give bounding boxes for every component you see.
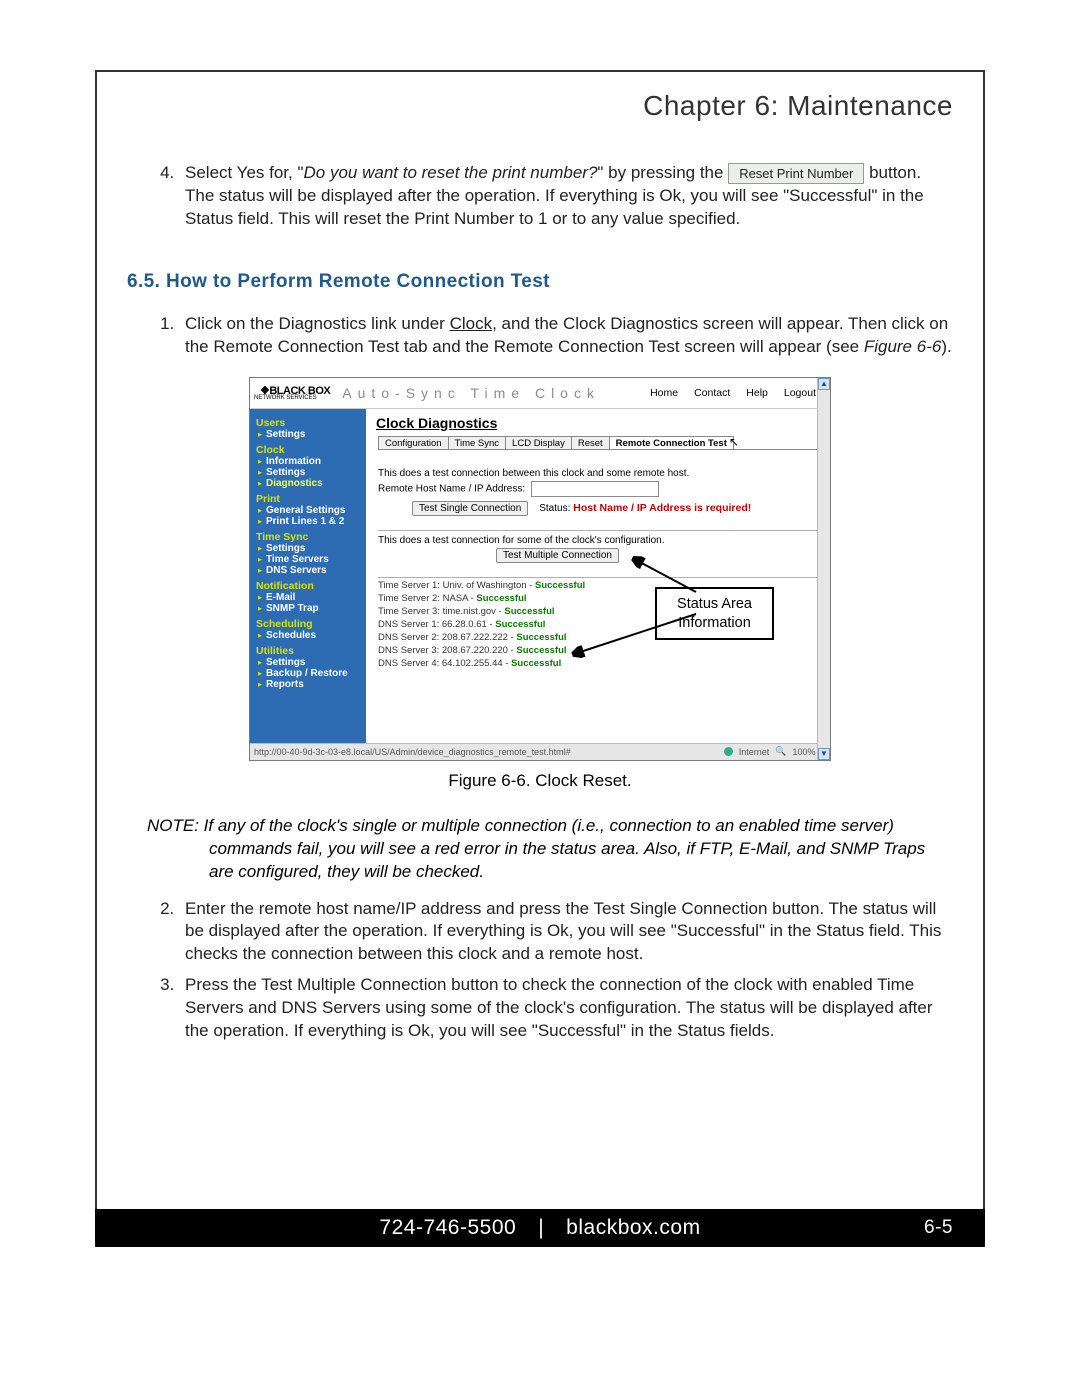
ip-label: Remote Host Name / IP Address:: [378, 483, 525, 494]
note-body: If any of the clock's single or multiple…: [199, 816, 925, 881]
test-single-connection-button[interactable]: Test Single Connection: [412, 501, 528, 516]
footer-sep: |: [538, 1216, 544, 1240]
screenshot-figure: ❖BLACK BOX NETWORK SERVICES Auto-Sync Ti…: [249, 377, 831, 761]
result-status: Successful: [511, 658, 561, 669]
status-label: Status:: [539, 503, 570, 514]
figure-caption: Figure 6-6. Clock Reset.: [127, 771, 953, 791]
panel-title: Clock Diagnostics: [376, 415, 820, 431]
tab[interactable]: Configuration: [378, 436, 449, 449]
header-link-contact[interactable]: Contact: [694, 387, 730, 399]
nav-item[interactable]: Settings: [266, 467, 360, 478]
nav-item[interactable]: General Settings: [266, 505, 360, 516]
step1-clock-word: Clock: [450, 314, 493, 333]
sidebar-nav: UsersSettingsClockInformationSettingsDia…: [250, 409, 366, 743]
header-link-home[interactable]: Home: [650, 387, 678, 399]
nav-item[interactable]: Settings: [266, 543, 360, 554]
page-number: 6-5: [924, 1217, 953, 1239]
result-status: Successful: [495, 619, 545, 630]
desc-multi: This does a test connection for some of …: [378, 535, 820, 546]
footer-band: 724-746-5500 | blackbox.com 6-5: [95, 1209, 985, 1247]
desc-single: This does a test connection between this…: [378, 468, 820, 479]
footer-site: blackbox.com: [566, 1216, 700, 1240]
result-status: Successful: [516, 645, 566, 656]
divider: [378, 577, 818, 578]
note-block: NOTE: If any of the clock's single or mu…: [127, 815, 953, 884]
result-line: DNS Server 4: 64.102.255.44 - Successful: [378, 658, 820, 669]
nav-item[interactable]: Print Lines 1 & 2: [266, 516, 360, 527]
statusbar-net: Internet: [739, 747, 770, 757]
result-status: Successful: [476, 593, 526, 604]
nav-item[interactable]: Backup / Restore: [266, 668, 360, 679]
result-status: Successful: [504, 606, 554, 617]
step-2: Enter the remote host name/IP address an…: [179, 898, 953, 967]
scrollbar[interactable]: ▲ ▼: [817, 378, 830, 760]
result-status: Successful: [535, 580, 585, 591]
nav-item[interactable]: Diagnostics: [266, 478, 360, 489]
result-label: Time Server 3: time.nist.gov -: [378, 606, 504, 617]
scroll-down-icon[interactable]: ▼: [818, 748, 830, 760]
nav-item[interactable]: DNS Servers: [266, 565, 360, 576]
globe-icon: [724, 747, 733, 756]
step1-tail: ).: [941, 337, 951, 356]
ip-input[interactable]: [531, 481, 659, 497]
status-message: Host Name / IP Address is required!: [573, 502, 751, 514]
nav-heading: Utilities: [256, 645, 360, 657]
nav-heading: Clock: [256, 444, 360, 456]
result-label: DNS Server 1: 66.28.0.61 -: [378, 619, 495, 630]
scroll-up-icon[interactable]: ▲: [818, 378, 830, 390]
header-link-help[interactable]: Help: [746, 387, 768, 399]
step4-text-pre: Select Yes for, ": [185, 163, 304, 182]
callout-status-area: Status Area Information: [655, 587, 774, 641]
nav-item[interactable]: Reports: [266, 679, 360, 690]
nav-heading: Users: [256, 417, 360, 429]
test-multiple-connection-button[interactable]: Test Multiple Connection: [496, 548, 619, 563]
step1-figref: Figure 6-6: [864, 337, 941, 356]
nav-heading: Time Sync: [256, 531, 360, 543]
nav-item[interactable]: SNMP Trap: [266, 603, 360, 614]
section-heading: 6.5. How to Perform Remote Connection Te…: [127, 271, 953, 293]
nav-heading: Scheduling: [256, 618, 360, 630]
cursor-icon: ↖: [729, 442, 739, 455]
callout-line2: Information: [678, 615, 751, 631]
nav-item[interactable]: Settings: [266, 429, 360, 440]
reset-print-number-button[interactable]: Reset Print Number: [728, 163, 864, 185]
step4-text-between: " by pressing the: [597, 163, 728, 182]
result-line: DNS Server 3: 208.67.220.220 - Successfu…: [378, 645, 820, 656]
nav-item[interactable]: Schedules: [266, 630, 360, 641]
result-label: DNS Server 4: 64.102.255.44 -: [378, 658, 511, 669]
tab[interactable]: Reset: [571, 436, 610, 449]
nav-item[interactable]: E-Mail: [266, 592, 360, 603]
step-3: Press the Test Multiple Connection butto…: [179, 974, 953, 1043]
statusbar-zoom: 100%: [792, 747, 815, 757]
zoom-icon[interactable]: 🔍: [775, 746, 786, 757]
tab[interactable]: Remote Connection Test: [609, 436, 734, 449]
result-label: Time Server 2: NASA -: [378, 593, 476, 604]
tab[interactable]: Time Sync: [448, 436, 507, 449]
nav-item[interactable]: Time Servers: [266, 554, 360, 565]
nav-heading: Notification: [256, 580, 360, 592]
tab[interactable]: LCD Display: [505, 436, 572, 449]
step-4: Select Yes for, "Do you want to reset th…: [179, 162, 953, 231]
result-status: Successful: [516, 632, 566, 643]
header-link-logout[interactable]: Logout: [784, 387, 816, 399]
step4-question: Do you want to reset the print number?: [304, 163, 598, 182]
step1-pre: Click on the Diagnostics link under: [185, 314, 450, 333]
chapter-title: Chapter 6: Maintenance: [127, 90, 953, 122]
nav-item[interactable]: Settings: [266, 657, 360, 668]
app-title: Auto-Sync Time Clock: [336, 385, 650, 401]
result-label: DNS Server 3: 208.67.220.220 -: [378, 645, 516, 656]
note-lead: NOTE:: [147, 816, 199, 835]
statusbar-url: http://00-40-9d-3c-03-e8.local/US/Admin/…: [254, 747, 571, 757]
nav-item[interactable]: Information: [266, 456, 360, 467]
step-1: Click on the Diagnostics link under Cloc…: [179, 313, 953, 359]
callout-line1: Status Area: [677, 596, 752, 612]
nav-heading: Print: [256, 493, 360, 505]
result-label: Time Server 1: Univ. of Washington -: [378, 580, 535, 591]
footer-phone: 724-746-5500: [379, 1216, 516, 1240]
result-label: DNS Server 2: 208.67.222.222 -: [378, 632, 516, 643]
divider: [378, 530, 818, 531]
